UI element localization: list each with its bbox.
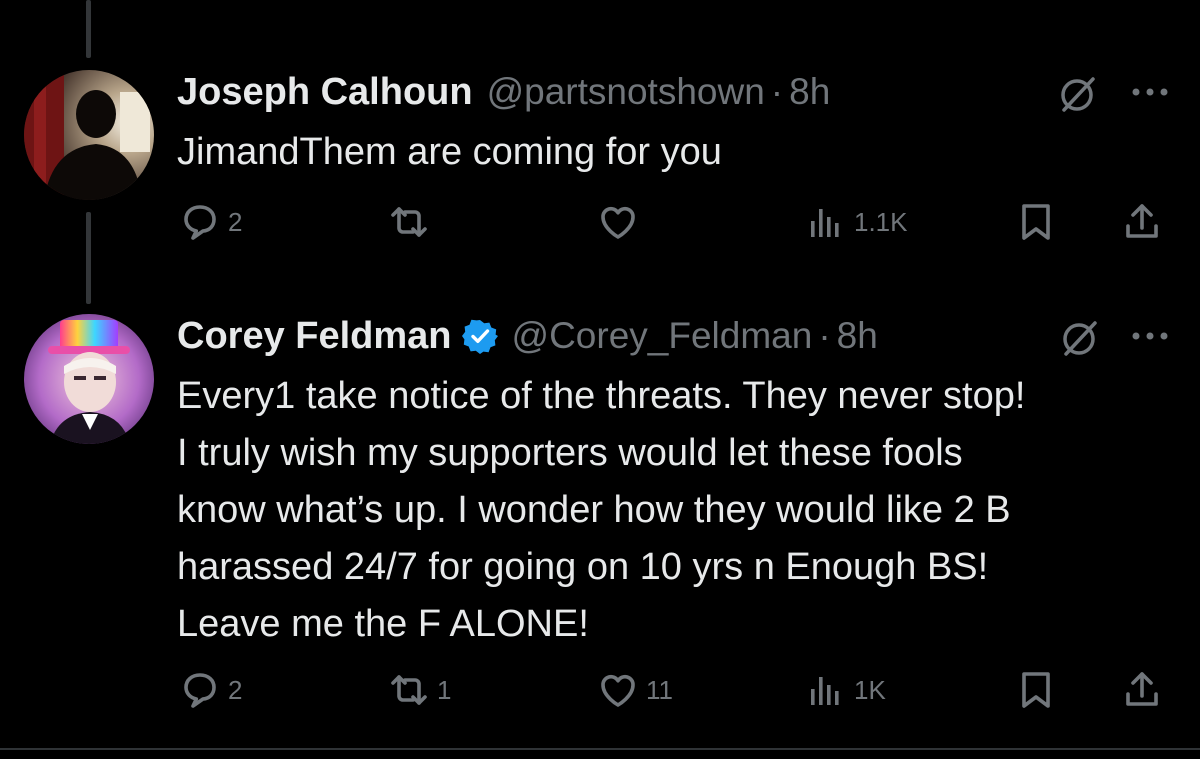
like-button[interactable] [594, 198, 646, 246]
share-button[interactable] [1118, 666, 1166, 714]
conversation-thread: Joseph Calhoun @partsnotshown · 8h Jiman… [0, 0, 1200, 759]
tweet-header: Corey Feldman @Corey_Feldman · 8h [177, 314, 878, 358]
reply-count: 2 [228, 674, 243, 705]
divider [0, 748, 1200, 750]
tweet-text-line: I truly wish my supporters would let the… [177, 432, 963, 474]
heart-icon [594, 198, 642, 246]
timestamp[interactable]: 8h [789, 71, 830, 113]
reply-icon [176, 666, 224, 714]
like-count: 11 [646, 674, 673, 705]
more-options-icon[interactable] [1128, 72, 1172, 112]
avatar[interactable] [24, 314, 154, 444]
reply-button[interactable]: 2 [176, 198, 242, 246]
tweet-text: Every1 take notice of the threats. They … [177, 368, 1167, 653]
bookmark-button[interactable] [1012, 666, 1060, 714]
views-button[interactable]: 1K [802, 666, 886, 714]
thread-connector-line [86, 0, 91, 58]
tweet-header: Joseph Calhoun @partsnotshown · 8h [177, 70, 830, 114]
bookmark-icon [1012, 198, 1060, 246]
author-name[interactable]: Corey Feldman [177, 315, 452, 358]
author-handle[interactable]: @partsnotshown [487, 71, 765, 113]
grok-icon[interactable] [1058, 74, 1098, 114]
bookmark-icon [1012, 666, 1060, 714]
share-icon [1118, 666, 1166, 714]
author-handle[interactable]: @Corey_Feldman [512, 315, 813, 357]
tweet-actions: 2 1 11 1K [0, 666, 1200, 714]
tweet-text: JimandThem are coming for you [177, 124, 1167, 181]
separator-dot: · [818, 315, 831, 356]
tweet-text-line: Every1 take notice of the threats. They … [177, 375, 1026, 417]
views-button[interactable]: 1.1K [802, 198, 908, 246]
bookmark-button[interactable] [1012, 198, 1060, 246]
grok-icon[interactable] [1060, 318, 1100, 358]
tweet-text-line: know what’s up. I wonder how they would … [177, 489, 1011, 531]
reply-count: 2 [228, 206, 243, 237]
like-button[interactable]: 11 [594, 666, 673, 714]
views-count: 1K [854, 674, 886, 705]
tweet-actions: 2 1.1K [0, 198, 1200, 246]
reply-icon [176, 198, 224, 246]
separator-dot: · [770, 71, 784, 112]
retweet-button[interactable] [385, 198, 437, 246]
tweet-text-line: JimandThem are coming for you [177, 131, 722, 173]
retweet-icon [385, 198, 433, 246]
analytics-icon [802, 198, 850, 246]
retweet-count: 1 [437, 674, 452, 705]
views-count: 1.1K [854, 206, 908, 237]
retweet-icon [385, 666, 433, 714]
share-icon [1118, 198, 1166, 246]
timestamp[interactable]: 8h [837, 315, 878, 357]
verified-badge-icon[interactable] [461, 318, 498, 354]
more-options-icon[interactable] [1128, 316, 1172, 356]
heart-icon [594, 666, 642, 714]
avatar[interactable] [24, 70, 154, 200]
author-name[interactable]: Joseph Calhoun [177, 71, 473, 114]
retweet-button[interactable]: 1 [385, 666, 451, 714]
share-button[interactable] [1118, 198, 1166, 246]
tweet-text-line: Leave me the F ALONE! [177, 603, 589, 645]
tweet-text-line: harassed 24/7 for going on 10 yrs n Enou… [177, 546, 989, 588]
analytics-icon [802, 666, 850, 714]
reply-button[interactable]: 2 [176, 666, 242, 714]
